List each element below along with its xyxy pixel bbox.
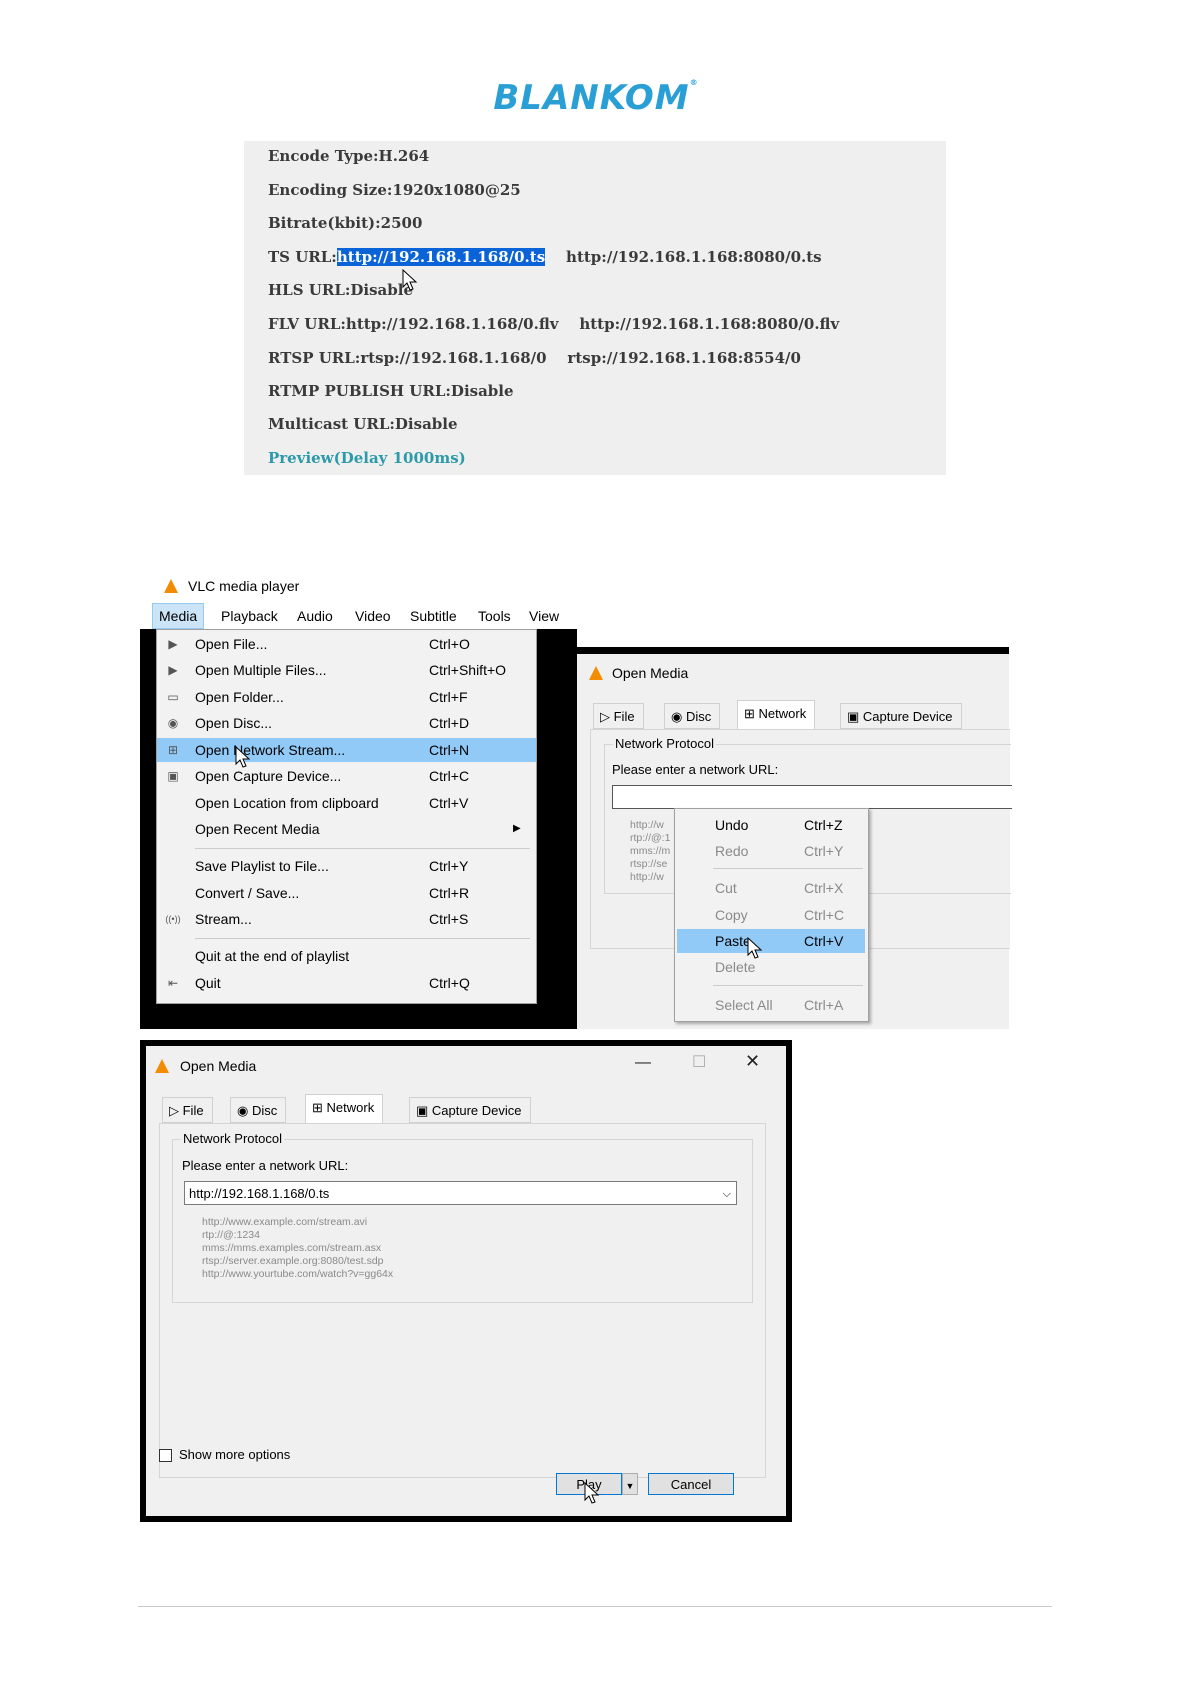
mouse-cursor-icon: [402, 269, 418, 291]
network-icon: ⊞: [744, 706, 759, 721]
capture-icon: ▣: [416, 1103, 432, 1118]
open-media-dialog: Open Media — ☐ ✕ ▷ File ◉ Disc ⊞ Network…: [140, 1040, 792, 1522]
url-prompt: Please enter a network URL:: [182, 1158, 349, 1173]
url-examples: http://w rtp://@:1 mms://m rtsp://se htt…: [630, 819, 671, 883]
menu-audio[interactable]: Audio: [297, 608, 333, 624]
vlc-cone-icon: [589, 666, 603, 680]
capture-icon: ▣: [847, 709, 863, 724]
menu-item-save-playlist[interactable]: Save Playlist to File... Ctrl+Y: [157, 854, 536, 878]
stream-icon: ((•)): [165, 914, 181, 924]
file-icon: ▶: [168, 637, 178, 651]
vlc-cone-icon: [164, 579, 178, 593]
menu-item-open-recent-media[interactable]: Open Recent Media ▶: [157, 817, 536, 841]
blankom-logo: BLANKOM®: [493, 78, 699, 118]
network-icon: ⊞: [167, 743, 179, 757]
media-dropdown-menu: ▶ Open File... Ctrl+O ▶ Open Multiple Files…: [156, 629, 537, 1004]
menu-item-quit-end-playlist[interactable]: Quit at the end of playlist: [157, 944, 536, 968]
context-undo[interactable]: Undo Ctrl+Z: [677, 813, 865, 837]
menu-video[interactable]: Video: [355, 608, 391, 624]
menu-media[interactable]: Media: [152, 603, 205, 629]
menu-item-open-network-stream[interactable]: ⊞ Open Network Stream... Ctrl+N: [157, 738, 536, 768]
network-url-value: http://192.168.1.168/0.ts: [189, 1186, 330, 1201]
quit-icon: ⇤: [167, 976, 179, 990]
ts-url-alt: http://192.168.1.168:8080/0.ts: [566, 248, 822, 266]
url-examples: http://www.example.com/stream.avi rtp://…: [202, 1216, 394, 1280]
file-icon: ▷: [600, 709, 614, 724]
menu-view[interactable]: View: [529, 608, 559, 624]
capture-icon: ▣: [167, 769, 179, 783]
tab-network[interactable]: ⊞ Network: [305, 1094, 384, 1124]
file-icon: ▷: [169, 1103, 183, 1118]
files-icon: ▶: [168, 663, 178, 677]
footer-divider: [138, 1606, 1052, 1607]
network-protocol-group: Network Protocol Please enter a network …: [172, 1131, 753, 1303]
menu-item-open-capture-device[interactable]: ▣ Open Capture Device... Ctrl+C: [157, 764, 536, 788]
menu-item-open-multiple-files[interactable]: ▶ Open Multiple Files... Ctrl+Shift+O: [157, 658, 536, 682]
menu-item-open-location-clipboard[interactable]: Open Location from clipboard Ctrl+V: [157, 791, 536, 815]
open-media-dialog-context: Open Media ▷ File ◉ Disc ⊞ Network ▣ Cap…: [577, 647, 1012, 1029]
context-select-all[interactable]: Select All Ctrl+A: [677, 993, 865, 1017]
menu-playback[interactable]: Playback: [221, 608, 278, 624]
menu-item-convert-save[interactable]: Convert / Save... Ctrl+R: [157, 881, 536, 905]
tab-capture-device[interactable]: ▣ Capture Device: [840, 703, 962, 729]
disc-icon: ◉: [671, 709, 686, 724]
dialog-title: Open Media: [180, 1058, 257, 1074]
context-copy[interactable]: Copy Ctrl+C: [677, 903, 865, 927]
menu-item-stream[interactable]: ((•)) Stream... Ctrl+S: [157, 907, 536, 931]
bitrate: Bitrate(kbit):2500: [268, 214, 423, 232]
network-icon: ⊞: [312, 1100, 327, 1115]
folder-icon: ▭: [167, 690, 179, 704]
tab-disc[interactable]: ◉ Disc: [664, 703, 721, 729]
menu-item-open-file[interactable]: ▶ Open File... Ctrl+O: [157, 632, 536, 656]
chevron-down-icon: ▼: [625, 1481, 635, 1491]
ts-url-row: TS URL:http://192.168.1.168/0.ts http://…: [268, 248, 822, 266]
context-delete[interactable]: Delete: [677, 955, 865, 979]
menu-item-open-folder[interactable]: ▭ Open Folder... Ctrl+F: [157, 685, 536, 709]
input-context-menu: Undo Ctrl+Z Redo Ctrl+Y Cut Ctrl+X Copy Ctrl…: [674, 808, 869, 1022]
flv-url: FLV URL:http://192.168.1.168/0.flv http:…: [268, 315, 840, 333]
context-redo[interactable]: Redo Ctrl+Y: [677, 839, 865, 863]
menu-item-quit[interactable]: ⇤ Quit Ctrl+Q: [157, 971, 536, 995]
tab-file[interactable]: ▷ File: [162, 1097, 213, 1123]
vlc-menubar: Media Playback Audio Video Subtitle Tool…: [140, 603, 577, 629]
vlc-main-window: VLC media player Media Playback Audio Vi…: [140, 569, 577, 1029]
menu-item-open-disc[interactable]: ◉ Open Disc... Ctrl+D: [157, 711, 536, 735]
tab-capture-device[interactable]: ▣ Capture Device: [409, 1097, 531, 1123]
encode-type: Encode Type:H.264: [268, 147, 430, 165]
network-url-combobox[interactable]: http://192.168.1.168/0.ts ⌵: [184, 1181, 737, 1205]
encoding-size: Encoding Size:1920x1080@25: [268, 181, 521, 199]
rtsp-url: RTSP URL:rtsp://192.168.1.168/0 rtsp://1…: [268, 349, 801, 367]
cancel-button[interactable]: Cancel: [648, 1473, 734, 1495]
vlc-title: VLC media player: [188, 578, 300, 594]
mouse-cursor-icon: [584, 1482, 600, 1504]
tab-file[interactable]: ▷ File: [593, 703, 644, 729]
menu-subtitle[interactable]: Subtitle: [410, 608, 457, 624]
play-dropdown-button[interactable]: ▼: [622, 1473, 638, 1495]
disc-icon: ◉: [237, 1103, 252, 1118]
context-cut[interactable]: Cut Ctrl+X: [677, 876, 865, 900]
context-paste[interactable]: Paste Ctrl+V: [677, 929, 865, 959]
encoder-info-panel: Encode Type:H.264 Encoding Size:1920x108…: [244, 141, 946, 475]
maximize-icon[interactable]: ☐: [692, 1052, 706, 1072]
vlc-cone-icon: [155, 1059, 169, 1073]
chevron-down-icon[interactable]: ⌵: [723, 1182, 731, 1206]
show-more-options-label: Show more options: [179, 1447, 291, 1462]
vlc-titlebar: VLC media player: [140, 569, 577, 603]
dialog-title: Open Media: [612, 665, 689, 681]
rtmp-url: RTMP PUBLISH URL:Disable: [268, 382, 514, 400]
tab-disc[interactable]: ◉ Disc: [230, 1097, 287, 1123]
network-url-input[interactable]: [612, 785, 1012, 809]
show-more-options-checkbox[interactable]: [159, 1449, 172, 1462]
preview-link[interactable]: Preview(Delay 1000ms): [268, 449, 466, 467]
multicast-url: Multicast URL:Disable: [268, 415, 458, 433]
close-icon[interactable]: ✕: [745, 1051, 760, 1072]
tab-network[interactable]: ⊞ Network: [737, 700, 816, 730]
disc-icon: ◉: [167, 716, 179, 730]
submenu-arrow-icon: ▶: [513, 823, 521, 834]
ts-url-selected[interactable]: http://192.168.1.168/0.ts: [336, 248, 546, 266]
menu-tools[interactable]: Tools: [478, 608, 511, 624]
url-prompt: Please enter a network URL:: [612, 762, 779, 777]
hls-url: HLS URL:Disable: [268, 281, 414, 299]
minimize-icon[interactable]: —: [635, 1054, 651, 1072]
